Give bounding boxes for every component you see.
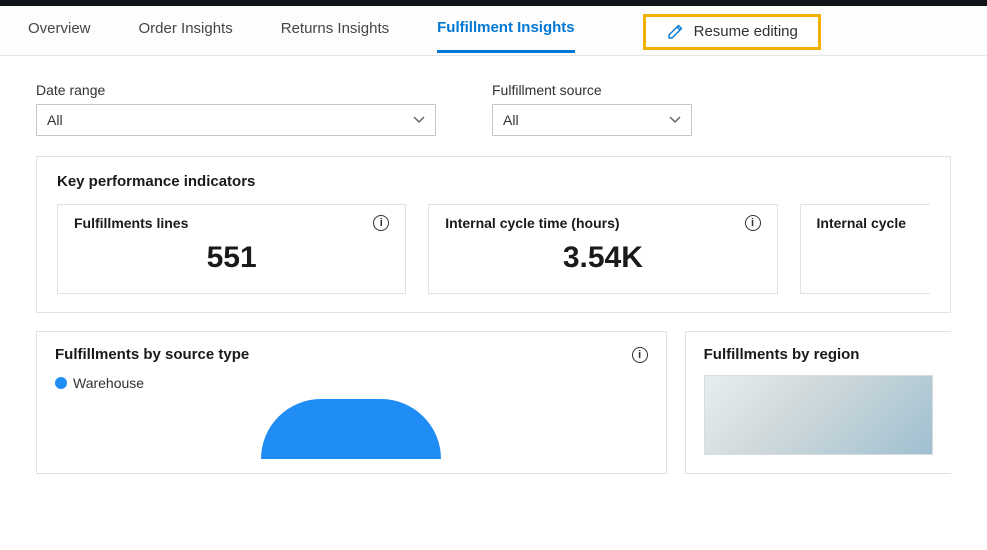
panel-title: Fulfillments by region — [704, 346, 860, 363]
chevron-down-icon — [413, 116, 425, 124]
kpi-title: Internal cycle time (hours) — [445, 215, 619, 231]
dropdown-date-range[interactable]: All — [36, 104, 436, 136]
filter-label-fulfillment-source: Fulfillment source — [492, 82, 692, 98]
tab-bar: Overview Order Insights Returns Insights… — [0, 6, 987, 56]
kpi-value: 3.54K — [445, 237, 760, 277]
dropdown-date-range-value: All — [47, 112, 63, 128]
info-icon[interactable] — [373, 215, 389, 231]
resume-editing-label: Resume editing — [694, 23, 798, 40]
kpi-card-fulfillments-lines: Fulfillments lines 551 — [57, 204, 406, 294]
legend-label: Warehouse — [73, 375, 144, 391]
kpi-title: Fulfillments lines — [74, 215, 188, 231]
filter-fulfillment-source: Fulfillment source All — [492, 82, 692, 136]
kpi-card-row: Fulfillments lines 551 Internal cycle ti… — [57, 204, 930, 294]
chevron-down-icon — [669, 116, 681, 124]
kpi-value: 551 — [74, 237, 389, 277]
info-icon[interactable] — [745, 215, 761, 231]
filter-row: Date range All Fulfillment source All — [36, 82, 951, 136]
kpi-card-internal-cycle-time: Internal cycle time (hours) 3.54K — [428, 204, 777, 294]
info-icon[interactable] — [632, 347, 648, 363]
bottom-panels-row: Fulfillments by source type Warehouse Fu… — [36, 331, 951, 474]
resume-editing-button[interactable]: Resume editing — [643, 14, 821, 50]
panel-title: Fulfillments by source type — [55, 346, 249, 363]
kpi-panel: Key performance indicators Fulfillments … — [36, 156, 951, 313]
tab-overview[interactable]: Overview — [28, 20, 91, 51]
kpi-title: Internal cycle — [817, 215, 907, 231]
kpi-panel-title: Key performance indicators — [57, 173, 930, 190]
dropdown-fulfillment-source-value: All — [503, 112, 519, 128]
pencil-icon — [666, 23, 684, 41]
panel-fulfillments-by-region: Fulfillments by region — [685, 331, 951, 474]
tab-order-insights[interactable]: Order Insights — [139, 20, 233, 51]
tab-fulfillment-insights[interactable]: Fulfillment Insights — [437, 19, 575, 53]
panel-fulfillments-by-source-type: Fulfillments by source type Warehouse — [36, 331, 667, 474]
chart-legend-item[interactable]: Warehouse — [55, 375, 648, 391]
tab-returns-insights[interactable]: Returns Insights — [281, 20, 389, 51]
filter-label-date-range: Date range — [36, 82, 436, 98]
page-content: Date range All Fulfillment source All Ke… — [0, 56, 987, 474]
kpi-card-internal-cycle-partial: Internal cycle — [800, 204, 930, 294]
region-map[interactable] — [704, 375, 933, 455]
dropdown-fulfillment-source[interactable]: All — [492, 104, 692, 136]
legend-color-swatch — [55, 377, 67, 389]
pie-chart — [261, 399, 441, 459]
filter-date-range: Date range All — [36, 82, 436, 136]
